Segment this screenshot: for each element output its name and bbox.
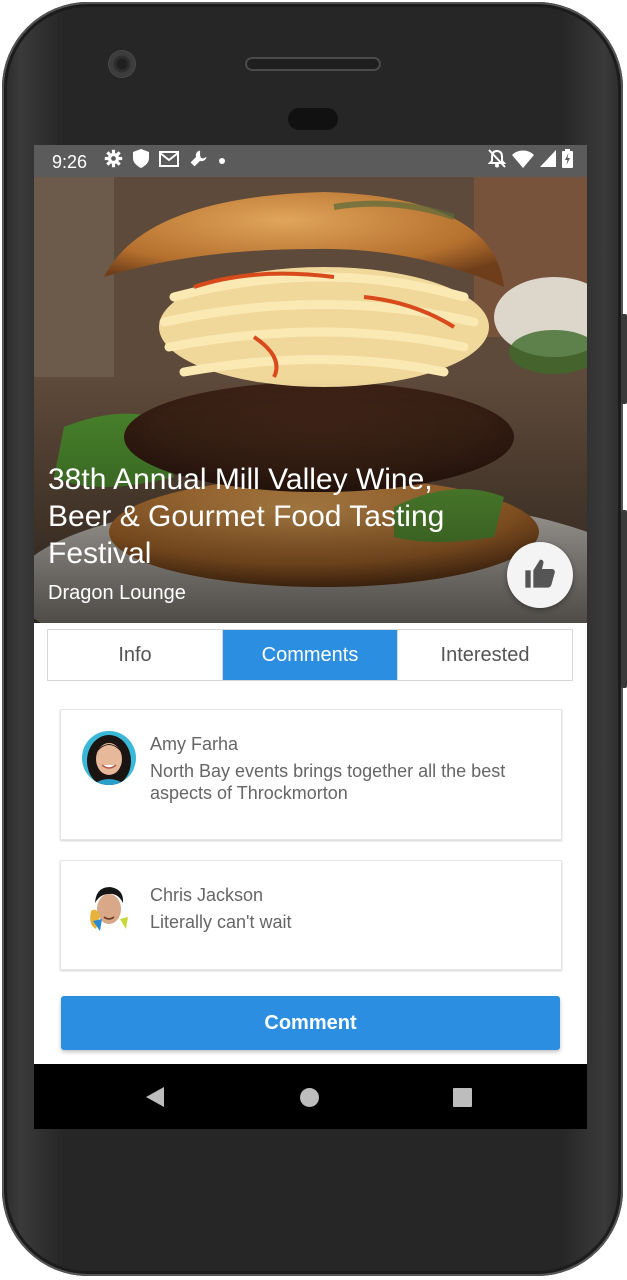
- comment-card: Chris Jackson Literally can't wait: [60, 860, 562, 970]
- avatar: [82, 731, 136, 785]
- dot-icon: [218, 152, 226, 170]
- like-button[interactable]: [507, 542, 573, 608]
- comment-button[interactable]: Comment: [61, 996, 560, 1050]
- tab-interested[interactable]: Interested: [397, 630, 572, 680]
- event-title: 38th Annual Mill Valley Wine, Beer & Gou…: [48, 463, 445, 570]
- proximity-sensor: [288, 108, 338, 130]
- bell-off-icon: [487, 149, 507, 173]
- mail-icon: [159, 150, 179, 172]
- event-venue: Dragon Lounge: [48, 582, 186, 604]
- avatar: [82, 881, 136, 935]
- comment-text: North Bay events brings together all the…: [150, 761, 506, 803]
- comment-author: Amy Farha: [150, 734, 239, 754]
- recents-icon[interactable]: [453, 1088, 472, 1107]
- power-button: [621, 314, 627, 404]
- thumbs-up-icon: [524, 558, 556, 593]
- front-camera: [109, 51, 135, 77]
- tab-info[interactable]: Info: [48, 630, 222, 680]
- comment-card: Amy Farha North Bay events brings togeth…: [60, 709, 562, 840]
- signal-icon: [540, 150, 556, 172]
- gear-icon: [104, 149, 123, 173]
- event-tabs: Info Comments Interested: [47, 629, 573, 681]
- status-time: 9:26: [52, 152, 88, 172]
- app-screen: 9:26 38th Annual Mill Valley Wine, Beer …: [34, 145, 587, 1129]
- shield-icon: [133, 149, 149, 173]
- event-hero-image: 38th Annual Mill Valley Wine, Beer & Gou…: [34, 177, 587, 623]
- battery-charging-icon: [562, 149, 573, 173]
- wrench-icon: [189, 149, 208, 173]
- comment-text: Literally can't wait: [150, 912, 292, 932]
- home-icon[interactable]: [300, 1088, 319, 1107]
- volume-button: [621, 510, 627, 688]
- tab-comments[interactable]: Comments: [222, 630, 397, 680]
- system-nav-bar: [34, 1064, 587, 1129]
- earpiece-speaker: [245, 57, 381, 71]
- status-bar: 9:26: [34, 145, 587, 177]
- comment-author: Chris Jackson: [150, 885, 264, 905]
- wifi-icon: [512, 150, 534, 173]
- back-icon[interactable]: [146, 1087, 164, 1107]
